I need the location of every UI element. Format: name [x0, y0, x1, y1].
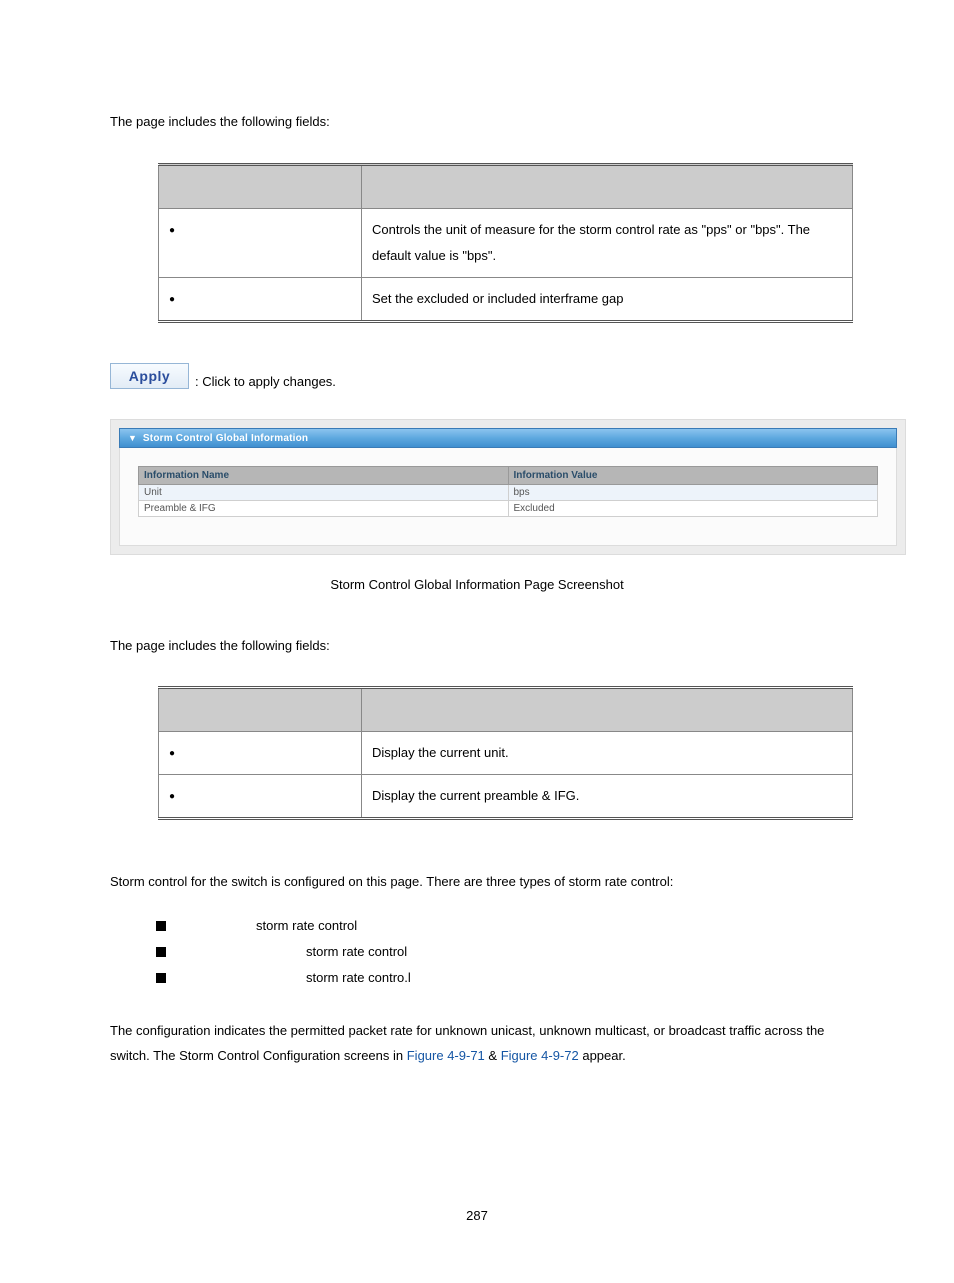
info-header-name: Information Name	[139, 466, 509, 484]
info-row1-name: Preamble & IFG	[139, 500, 509, 516]
apply-button[interactable]: Apply	[110, 363, 189, 389]
storm-intro: Storm control for the switch is configur…	[110, 870, 844, 895]
table1-row0-object: ●	[159, 208, 362, 277]
figure-link-1[interactable]: Figure 4-9-71	[407, 1048, 485, 1063]
info-header-value: Information Value	[508, 466, 878, 484]
fields-table-1: ● Controls the unit of measure for the s…	[158, 163, 853, 323]
list-item: storm rate control	[156, 913, 844, 939]
list-item: storm rate control	[156, 939, 844, 965]
square-bullet-icon	[156, 973, 166, 983]
chevron-down-icon: ▼	[128, 433, 137, 443]
table1-header-object	[159, 164, 362, 208]
bullet-icon: ●	[169, 217, 181, 241]
intro-text-2: The page includes the following fields:	[110, 634, 844, 659]
info-row0-value: bps	[508, 484, 878, 500]
page-number: 287	[110, 1208, 844, 1223]
info-table: Information Name Information Value Unit …	[138, 466, 878, 517]
table2-row0-desc: Display the current unit.	[362, 732, 853, 775]
table2-header-description	[362, 688, 853, 732]
table1-row1-desc: Set the excluded or included interframe …	[362, 277, 853, 321]
apply-description: : Click to apply changes.	[195, 374, 336, 389]
screenshot-caption: Storm Control Global Information Page Sc…	[110, 577, 844, 592]
table1-row1-object: ●	[159, 277, 362, 321]
info-row0-name: Unit	[139, 484, 509, 500]
config-text-after: appear.	[579, 1048, 626, 1063]
bullet-icon: ●	[169, 783, 181, 807]
square-bullet-icon	[156, 921, 166, 931]
intro-text-1: The page includes the following fields:	[110, 110, 844, 135]
panel-header[interactable]: ▼ Storm Control Global Information	[119, 428, 897, 448]
table2-row0-object: ●	[159, 732, 362, 775]
config-paragraph: The configuration indicates the permitte…	[110, 1019, 844, 1068]
amp-text: &	[485, 1048, 501, 1063]
bullet-icon: ●	[169, 286, 181, 310]
info-row: Unit bps	[139, 484, 878, 500]
square-bullet-icon	[156, 947, 166, 957]
bullet-icon: ●	[169, 740, 181, 764]
table1-header-description	[362, 164, 853, 208]
figure-link-2[interactable]: Figure 4-9-72	[501, 1048, 579, 1063]
info-row: Preamble & IFG Excluded	[139, 500, 878, 516]
fields-table-2: ● Display the current unit. ● Display th…	[158, 686, 853, 820]
table2-header-object	[159, 688, 362, 732]
screenshot-panel: ▼ Storm Control Global Information Infor…	[110, 419, 906, 555]
table2-row1-object: ●	[159, 775, 362, 819]
panel-title: Storm Control Global Information	[143, 433, 308, 444]
list-item: storm rate contro.l	[156, 965, 844, 991]
buttons-row: Apply : Click to apply changes.	[110, 363, 844, 389]
storm-type-list: storm rate control storm rate control st…	[156, 913, 844, 991]
table1-row0-desc: Controls the unit of measure for the sto…	[362, 208, 853, 277]
table2-row1-desc: Display the current preamble & IFG.	[362, 775, 853, 819]
info-row1-value: Excluded	[508, 500, 878, 516]
